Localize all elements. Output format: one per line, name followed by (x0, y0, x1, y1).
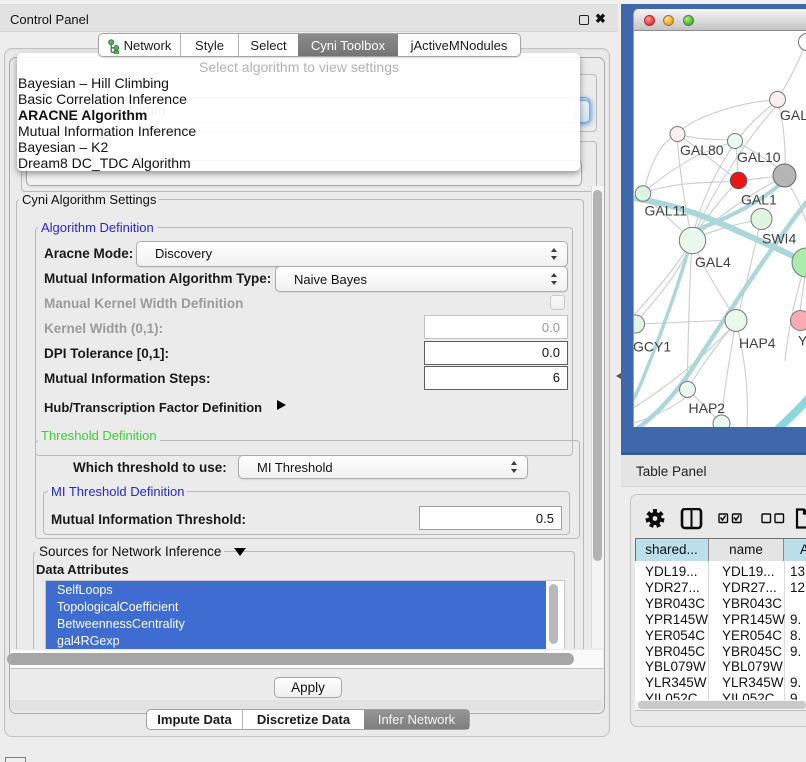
svg-text:GAL11: GAL11 (645, 203, 688, 219)
svg-text:HAP2: HAP2 (689, 400, 726, 416)
svg-text:GAL80: GAL80 (680, 142, 724, 158)
svg-text:HAP4: HAP4 (739, 335, 776, 351)
svg-text:GAL4: GAL4 (695, 254, 731, 270)
svg-text:Y: Y (798, 333, 806, 349)
svg-text:GAL1: GAL1 (741, 192, 777, 208)
svg-text:GCY1: GCY1 (634, 339, 671, 355)
svg-text:GAL2: GAL2 (780, 107, 806, 123)
svg-text:GAL10: GAL10 (737, 149, 781, 165)
svg-text:SWI4: SWI4 (762, 231, 796, 247)
